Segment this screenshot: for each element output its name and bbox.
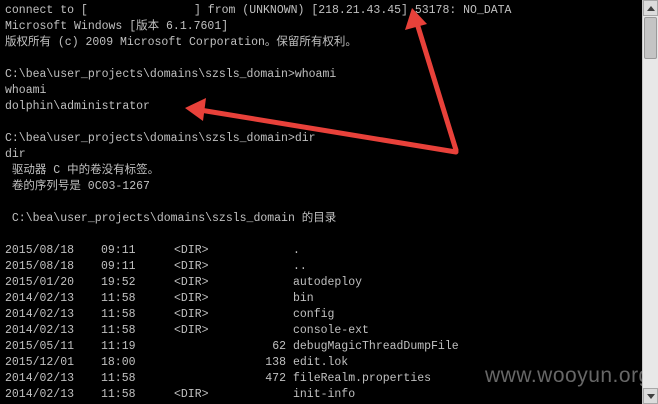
watermark: www.wooyun.org — [485, 364, 642, 387]
vertical-scrollbar[interactable] — [642, 0, 658, 404]
console-output: connect to [ ] from (UNKNOWN) [218.21.43… — [0, 0, 642, 404]
arrow-to-ip-address — [405, 8, 459, 153]
up-arrow-icon — [647, 6, 655, 11]
arrow-to-whoami-result — [185, 98, 459, 155]
scrollbar-thumb[interactable] — [644, 17, 657, 59]
scroll-up-button[interactable] — [643, 0, 658, 16]
down-arrow-icon — [647, 394, 655, 399]
console-window: connect to [ ] from (UNKNOWN) [218.21.43… — [0, 0, 658, 404]
annotation-arrows — [185, 8, 459, 155]
scroll-down-button[interactable] — [643, 388, 658, 404]
